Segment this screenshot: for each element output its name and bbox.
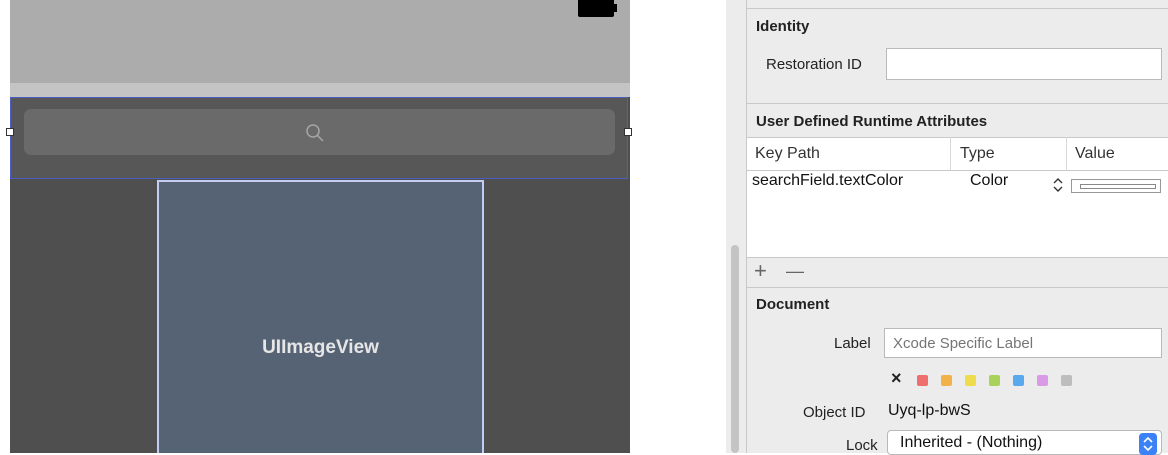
restoration-id-field[interactable] [886, 48, 1162, 80]
column-separator [950, 137, 951, 170]
label-color-green[interactable] [989, 375, 1000, 386]
battery-tip-icon [614, 4, 617, 12]
label-color-purple[interactable] [1037, 375, 1048, 386]
section-divider [746, 8, 1168, 9]
row-key-path[interactable]: searchField.textColor [752, 172, 903, 190]
navigation-bar-divider [10, 83, 630, 97]
column-separator [1066, 137, 1067, 170]
column-header-type[interactable]: Type [960, 137, 995, 170]
column-header-value[interactable]: Value [1075, 137, 1115, 170]
runtime-attributes-section-title: User Defined Runtime Attributes [756, 113, 988, 130]
object-id-label: Object ID [803, 404, 866, 421]
restoration-id-label: Restoration ID [766, 56, 862, 73]
label-color-red[interactable] [917, 375, 928, 386]
navigation-bar-area [10, 0, 630, 83]
scrollbar-thumb[interactable] [731, 245, 739, 453]
xcode-label-input[interactable] [884, 328, 1162, 358]
add-attribute-button[interactable]: + [754, 258, 767, 284]
resize-handle-right[interactable] [624, 128, 632, 136]
row-type[interactable]: Color [970, 172, 1008, 190]
label-field-label: Label [834, 335, 871, 352]
label-color-orange[interactable] [941, 375, 952, 386]
document-section-title: Document [756, 296, 830, 313]
popup-arrows-icon[interactable] [1139, 433, 1157, 455]
table-header-border [746, 170, 1168, 171]
object-id-value: Uyq-lp-bwS [888, 402, 971, 419]
label-color-yellow[interactable] [965, 375, 976, 386]
section-divider [746, 287, 1168, 288]
clear-label-color-button[interactable]: × [891, 368, 902, 389]
image-view[interactable]: UIImageView [157, 180, 484, 453]
table-bottom-border [746, 257, 1168, 258]
section-divider [746, 103, 1168, 104]
color-well[interactable] [1071, 179, 1161, 193]
search-icon [306, 124, 324, 142]
column-header-key-path[interactable]: Key Path [755, 137, 820, 170]
lock-label: Lock [846, 437, 878, 454]
lock-popup-value: Inherited - (Nothing) [900, 434, 1043, 451]
stepper-icon[interactable] [1052, 176, 1064, 194]
lock-popup[interactable]: Inherited - (Nothing) [887, 430, 1162, 455]
remove-attribute-button[interactable]: — [786, 258, 804, 284]
label-color-blue[interactable] [1013, 375, 1024, 386]
identity-section-title: Identity [756, 18, 810, 35]
label-color-gray[interactable] [1061, 375, 1072, 386]
battery-icon [578, 0, 614, 17]
resize-handle-left[interactable] [6, 128, 14, 136]
image-view-label: UIImageView [262, 337, 379, 358]
